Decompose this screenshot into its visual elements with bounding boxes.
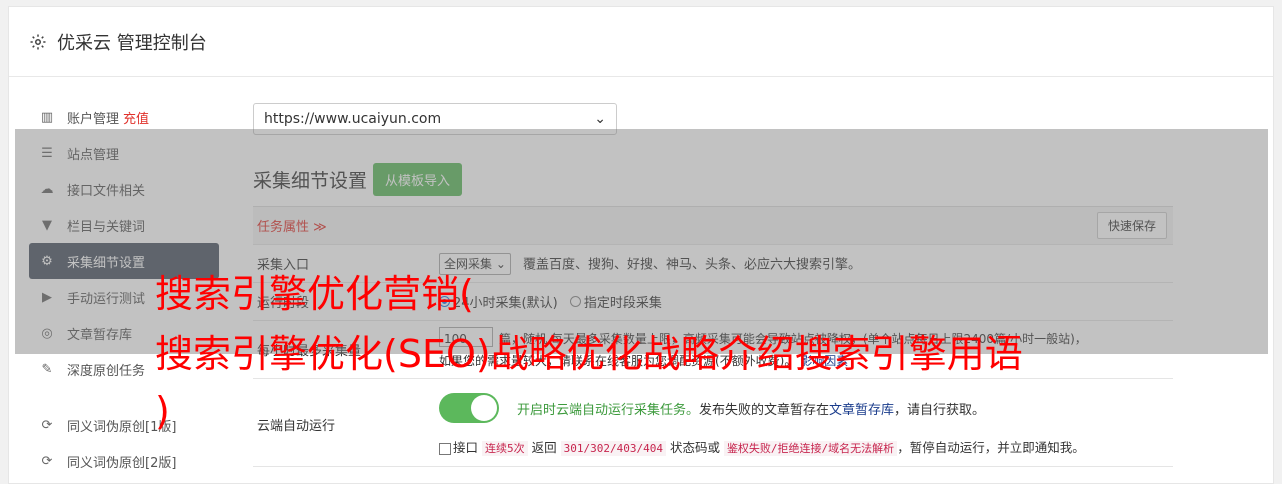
iface-status: 状态码或 <box>669 440 720 455</box>
refresh-icon: ⟳ <box>41 417 53 433</box>
sidebar-item-label: 同义词伪原创[2版] <box>67 455 177 471</box>
chevron-down-icon: ⌄ <box>594 111 606 127</box>
panel-header: 优采云 管理控制台 <box>9 7 1273 77</box>
refresh-icon: ⟳ <box>41 453 53 469</box>
cloud-row: 云端自动运行 开启时云端自动运行采集任务。 发布失败的文章暂存在 文章暂存库 ，… <box>253 379 1173 467</box>
gray-overlay <box>15 129 1268 354</box>
cloud-line: 开启时云端自动运行采集任务。 发布失败的文章暂存在 文章暂存库 ，请自行获取。 <box>439 393 1173 423</box>
article-store-link[interactable]: 文章暂存库 <box>829 399 894 418</box>
cloud-desc2: ，请自行获取。 <box>894 402 986 418</box>
iface-code-3: 鉴权失败/拒绝连接/域名无法解析 <box>723 441 898 456</box>
sidebar-item-synonym-v2[interactable]: ⟳ 同义词伪原创[2版] <box>29 443 219 479</box>
iface-ret: 返回 <box>531 440 557 455</box>
page-title: 优采云 管理控制台 <box>57 32 207 54</box>
iface-label: 接口 <box>453 440 479 455</box>
watermark-line-2: 搜索引擎优化(SEO)战略优化战略介绍搜索引擎用语 <box>155 332 1023 376</box>
site-select-value: https://www.ucaiyun.com <box>264 111 442 127</box>
iface-code-1: 连续5次 <box>482 441 528 456</box>
iface-code-2: 301/302/403/404 <box>560 441 666 456</box>
sidebar-divider <box>29 387 219 407</box>
iface-line: 接口 连续5次 返回 301/302/403/404 状态码或 鉴权失败/拒绝连… <box>439 437 1173 456</box>
cloud-toggle[interactable] <box>439 393 499 423</box>
cloud-desc-green: 开启时云端自动运行采集任务。 <box>517 402 700 418</box>
cloud-desc: 发布失败的文章暂存在 <box>699 402 830 418</box>
sidebar-item-label: 深度原创任务 <box>67 363 146 379</box>
watermark-line-1: 搜索引擎优化营销( <box>155 272 474 316</box>
cloud-value: 开启时云端自动运行采集任务。 发布失败的文章暂存在 文章暂存库 ，请自行获取。 … <box>439 379 1173 466</box>
scrollbar[interactable] <box>1274 6 1282 476</box>
cloud-label: 云端自动运行 <box>257 419 336 434</box>
sidebar-item-label: 账户管理 <box>67 111 120 127</box>
edit-icon: ✎ <box>41 361 53 377</box>
recharge-link[interactable]: 充值 <box>123 108 149 127</box>
iface-end: ，暂停自动运行，并立即通知我。 <box>897 440 1085 455</box>
bar-chart-icon: ▥ <box>40 109 54 125</box>
gear-icon <box>30 34 46 49</box>
iface-checkbox[interactable] <box>439 442 451 455</box>
watermark-line-3: ) <box>155 389 170 433</box>
sidebar-item-synonym-v1[interactable]: ⟳ 同义词伪原创[1版] <box>29 407 219 443</box>
